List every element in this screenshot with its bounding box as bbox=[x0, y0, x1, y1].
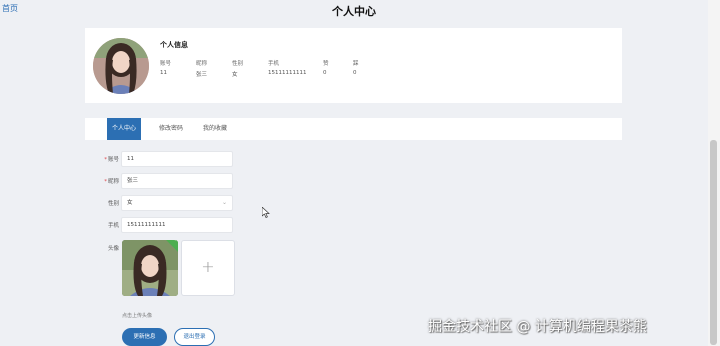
stat-likes: 赞 0 bbox=[323, 59, 329, 76]
uploaded-avatar-thumbnail[interactable]: ✓ bbox=[122, 240, 178, 296]
avatar-thumbnail-photo bbox=[122, 240, 178, 296]
check-icon: ✓ bbox=[174, 240, 178, 243]
top-bar: 首页 个人中心 bbox=[0, 0, 708, 22]
phone-field[interactable]: 15111111111 bbox=[121, 217, 233, 233]
page-title: 个人中心 bbox=[332, 5, 376, 18]
update-info-button[interactable]: 更新信息 bbox=[122, 328, 167, 346]
avatar-photo bbox=[93, 38, 149, 94]
stat-value: 女 bbox=[232, 72, 238, 78]
gender-select[interactable]: 女 ⌄ bbox=[121, 195, 233, 211]
avatar-label: 头像 bbox=[107, 246, 119, 252]
stat-label: 赞 bbox=[323, 61, 329, 67]
chevron-down-icon: ⌄ bbox=[221, 199, 227, 206]
stat-gender: 性别 女 bbox=[232, 59, 243, 78]
stat-label: 踩 bbox=[353, 61, 359, 67]
account-label: *账号 bbox=[104, 157, 119, 163]
stat-dislikes: 踩 0 bbox=[353, 59, 359, 76]
stat-label: 性别 bbox=[232, 61, 244, 67]
tab-favorites[interactable]: 我的收藏 bbox=[197, 118, 233, 140]
mouse-cursor-icon bbox=[261, 203, 270, 222]
stat-value: 0 bbox=[353, 70, 357, 76]
stat-label: 昵称 bbox=[196, 61, 208, 67]
gender-label: 性别 bbox=[107, 201, 119, 207]
profile-section-title: 个人信息 bbox=[160, 41, 188, 49]
tab-bar: 个人中心 修改密码 我的收藏 bbox=[85, 118, 622, 140]
stat-value: 11 bbox=[160, 70, 167, 76]
tab-change-password[interactable]: 修改密码 bbox=[153, 118, 189, 140]
tab-personal-center[interactable]: 个人中心 bbox=[107, 118, 141, 140]
profile-card: 个人信息 账号 11 昵称 张三 性别 女 手机 15111111111 赞 0… bbox=[85, 28, 622, 103]
watermark: 掘金技术社区 @ 计算机编程果茶熊 bbox=[428, 319, 647, 335]
nickname-field[interactable]: 张三 bbox=[121, 173, 233, 189]
vertical-scrollbar[interactable] bbox=[708, 0, 720, 346]
stat-label: 账号 bbox=[160, 61, 172, 67]
stat-value: 张三 bbox=[196, 72, 208, 78]
logout-button[interactable]: 退出登录 bbox=[174, 328, 215, 346]
stat-value: 15111111111 bbox=[268, 70, 307, 76]
scrollbar-thumb[interactable] bbox=[710, 140, 717, 345]
stat-label: 手机 bbox=[268, 61, 280, 67]
stat-value: 0 bbox=[323, 70, 327, 76]
stat-nickname: 昵称 张三 bbox=[196, 59, 207, 78]
plus-icon: + bbox=[201, 257, 215, 276]
account-field[interactable]: 11 bbox=[121, 151, 233, 167]
nickname-label: *昵称 bbox=[104, 179, 119, 185]
upload-hint: 点击上传头像 bbox=[122, 313, 153, 319]
upload-avatar-button[interactable]: + bbox=[181, 240, 235, 296]
gender-value: 女 bbox=[127, 200, 133, 206]
phone-label: 手机 bbox=[107, 223, 119, 229]
stat-account: 账号 11 bbox=[160, 59, 171, 76]
stat-phone: 手机 15111111111 bbox=[268, 59, 307, 76]
avatar bbox=[93, 38, 149, 94]
